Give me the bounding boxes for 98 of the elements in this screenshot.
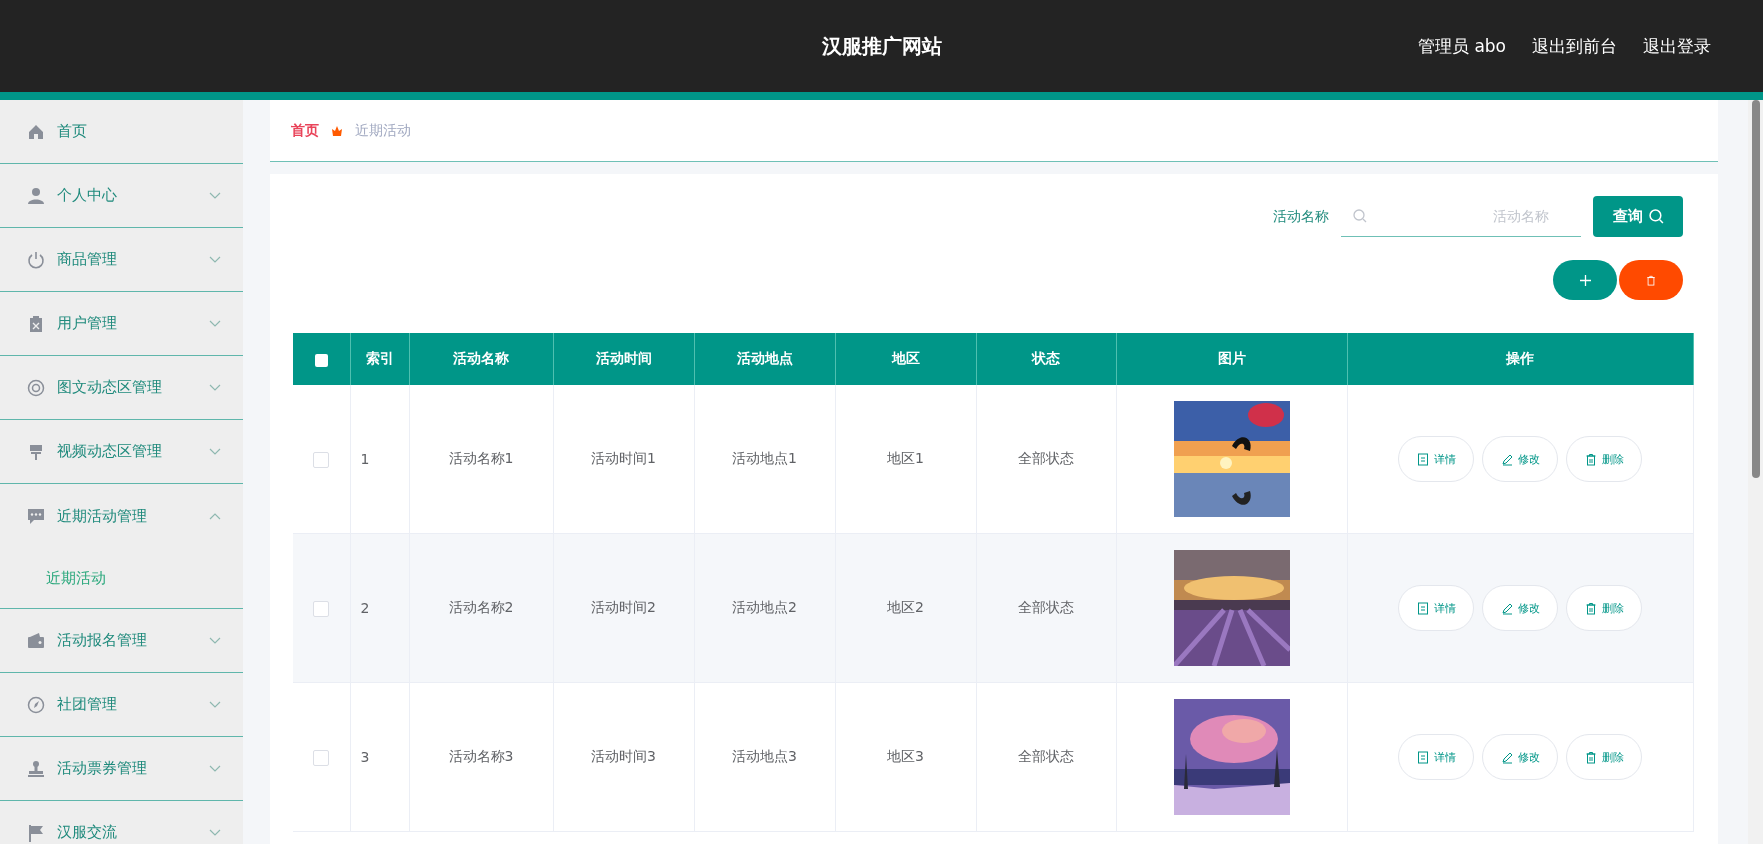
sidebar-item[interactable]: 汉服交流: [0, 801, 243, 844]
table-cell: 活动地点3: [732, 748, 797, 764]
document-icon: [1416, 452, 1429, 466]
trash-icon: [1584, 601, 1597, 615]
edit-button[interactable]: 修改: [1482, 585, 1558, 631]
sidebar-item[interactable]: 首页: [0, 100, 243, 164]
sidebar-item[interactable]: 商品管理: [0, 228, 243, 292]
breadcrumb-item: 近期活动: [355, 121, 411, 140]
table-cell: 1: [360, 451, 370, 467]
table-cell: 活动时间2: [591, 599, 656, 615]
pencil-icon: [1500, 601, 1513, 615]
table-cell: 活动名称3: [448, 748, 514, 764]
sidebar-item[interactable]: 活动票券管理: [0, 737, 243, 801]
table-cell: 活动地点2: [732, 599, 797, 615]
site-title: 汉服推广网站: [821, 33, 942, 58]
sidebar-item[interactable]: 社团管理: [0, 673, 243, 737]
sidebar-item[interactable]: 图文动态区管理: [0, 356, 243, 420]
chevron-icon: [209, 700, 221, 709]
table-cell: 活动地点1: [732, 450, 797, 466]
select-all-checkbox[interactable]: [314, 353, 328, 367]
clipboard-icon: [27, 314, 45, 333]
header-link[interactable]: 退出登录: [1643, 34, 1711, 58]
edit-button[interactable]: 修改: [1482, 734, 1558, 780]
document-icon: [1416, 750, 1429, 764]
chevron-icon: [209, 764, 221, 773]
flag-icon: [27, 823, 45, 842]
table-cell: 活动名称1: [448, 450, 514, 466]
column-header: 操作: [1506, 350, 1534, 366]
delete-button[interactable]: [1619, 260, 1683, 300]
plus-icon: [1579, 274, 1591, 286]
ring-icon: [27, 378, 45, 397]
search-button[interactable]: 查询: [1593, 196, 1683, 237]
scrollbar[interactable]: [1748, 100, 1763, 844]
table-cell: 全部状态: [1018, 450, 1074, 466]
stamp-icon: [27, 759, 45, 778]
column-header: 状态: [1032, 350, 1060, 366]
pin-icon: [27, 442, 45, 461]
column-header: 活动名称: [453, 350, 509, 366]
table-cell: 全部状态: [1018, 748, 1074, 764]
column-header: 活动时间: [595, 350, 652, 366]
document-icon: [1416, 601, 1429, 615]
chevron-icon: [209, 636, 221, 645]
chevron-icon: [209, 255, 221, 264]
submenu-item[interactable]: 近期活动: [0, 548, 243, 608]
chevron-icon: [209, 828, 221, 837]
breadcrumb-item[interactable]: 首页: [291, 121, 319, 140]
table-cell: 地区2: [887, 599, 924, 615]
table-cell: 3: [360, 749, 370, 765]
search-icon: [1648, 209, 1664, 224]
add-button[interactable]: [1553, 260, 1617, 300]
detail-button[interactable]: 详情: [1398, 436, 1474, 482]
detail-button[interactable]: 详情: [1398, 734, 1474, 780]
compass-icon: [27, 695, 45, 714]
chevron-icon: [209, 447, 221, 456]
table-cell: 活动名称2: [448, 599, 514, 615]
table-cell: 活动时间1: [591, 450, 656, 466]
table-cell: 地区1: [887, 450, 924, 466]
header-link[interactable]: 退出到前台: [1532, 34, 1617, 58]
delete-button[interactable]: 删除: [1566, 734, 1642, 780]
detail-button[interactable]: 详情: [1398, 585, 1474, 631]
row-checkbox[interactable]: [313, 749, 330, 766]
column-header: 图片: [1217, 350, 1246, 366]
chevron-icon: [209, 319, 221, 328]
header-link[interactable]: 管理员 abo: [1418, 34, 1506, 58]
wallet-icon: [27, 631, 45, 650]
home-icon: [27, 122, 45, 141]
search-icon: [1353, 209, 1367, 223]
column-header: 地区: [891, 350, 920, 366]
sidebar-item[interactable]: 活动报名管理: [0, 609, 243, 673]
table-cell: 活动时间3: [591, 748, 656, 764]
sidebar-item[interactable]: 视频动态区管理: [0, 420, 243, 484]
chevron-icon: [209, 383, 221, 392]
trash-icon: [1584, 452, 1597, 466]
column-header: 活动地点: [736, 350, 793, 366]
search-input[interactable]: 活动名称: [1375, 207, 1551, 225]
pencil-icon: [1500, 452, 1513, 466]
trash-icon: [1646, 274, 1656, 286]
row-checkbox[interactable]: [313, 451, 330, 468]
table-cell: 全部状态: [1018, 599, 1074, 615]
delete-button[interactable]: 删除: [1566, 436, 1642, 482]
table-cell: 2: [360, 600, 370, 616]
chevron-icon: [209, 512, 221, 520]
sidebar-item[interactable]: 个人中心: [0, 164, 243, 228]
table-cell: 地区3: [887, 748, 924, 764]
edit-button[interactable]: 修改: [1482, 436, 1558, 482]
search-label: 活动名称: [1273, 207, 1329, 226]
chevron-icon: [209, 191, 221, 200]
crown-icon: [331, 124, 343, 137]
power-icon: [27, 250, 45, 269]
pencil-icon: [1500, 750, 1513, 764]
sidebar-item[interactable]: 用户管理: [0, 292, 243, 356]
trash-icon: [1584, 750, 1597, 764]
sidebar-item[interactable]: 近期活动管理: [0, 484, 243, 548]
column-header: 索引: [365, 350, 394, 366]
person-icon: [27, 186, 45, 205]
delete-button[interactable]: 删除: [1566, 585, 1642, 631]
row-checkbox[interactable]: [313, 600, 330, 617]
chat-bubble-icon: [27, 507, 45, 525]
